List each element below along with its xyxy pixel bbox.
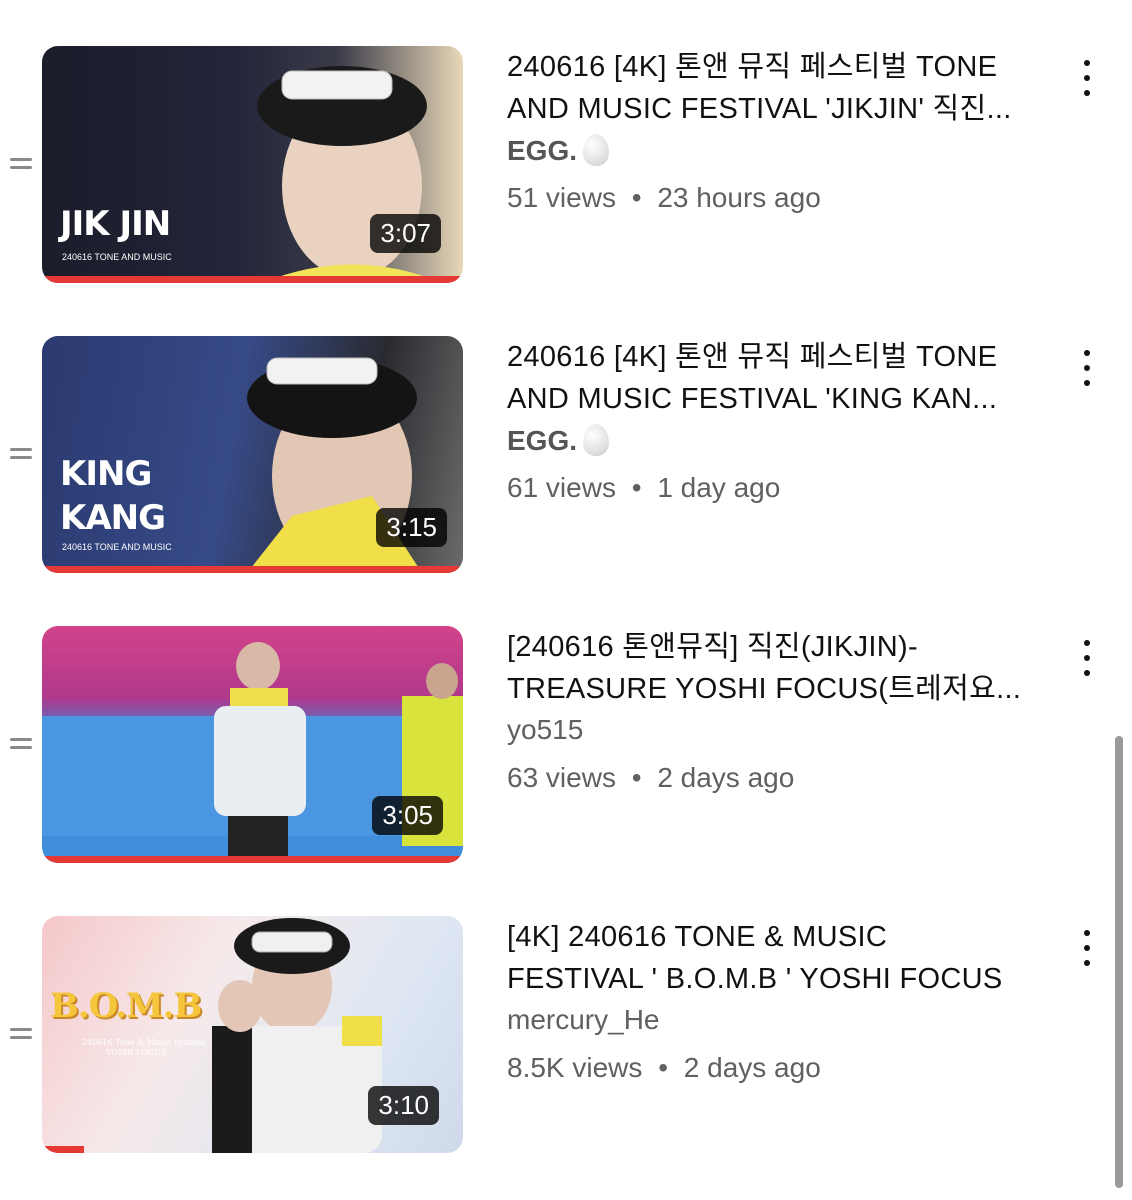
- thumbnail-title: B.O.M.B: [50, 986, 202, 1026]
- egg-icon: [583, 134, 610, 166]
- thumbnail-title-line2: KANG: [60, 498, 166, 538]
- view-count: 61 views: [507, 472, 616, 503]
- video-title[interactable]: [4K] 240616 TONE & MUSIC FESTIVAL ' B.O.…: [507, 916, 1047, 1000]
- upload-age: 2 days ago: [657, 762, 795, 793]
- drag-handle-icon[interactable]: [10, 448, 32, 464]
- video-thumbnail[interactable]: B.O.M.B 240616 Tone & Music Festival YOS…: [42, 916, 463, 1153]
- upload-age: 23 hours ago: [657, 182, 821, 213]
- more-options-icon[interactable]: [1078, 640, 1096, 685]
- upload-age: 2 days ago: [683, 1052, 821, 1083]
- video-thumbnail[interactable]: 3:05: [42, 626, 463, 863]
- channel-name[interactable]: yo515: [507, 714, 583, 746]
- video-list-item[interactable]: JIK JIN 240616 TONE AND MUSIC 3:07 24061…: [0, 0, 1132, 290]
- thumbnail-subtitle: 240616 Tone & Music Festival: [82, 1038, 206, 1047]
- view-count: 8.5K views: [507, 1052, 643, 1083]
- drag-handle-icon[interactable]: [10, 738, 32, 754]
- thumbnail-subtitle: 240616 TONE AND MUSIC: [62, 252, 172, 262]
- view-count: 51 views: [507, 182, 616, 213]
- separator: •: [658, 1052, 668, 1083]
- thumbnail-title: JIK JIN: [60, 204, 171, 244]
- upload-age: 1 day ago: [657, 472, 781, 503]
- video-thumbnail[interactable]: JIK JIN 240616 TONE AND MUSIC 3:07: [42, 46, 463, 283]
- video-title[interactable]: [240616 톤앤뮤직] 직진(JIKJIN)- TREASURE YOSHI…: [507, 626, 1047, 710]
- more-options-icon[interactable]: [1078, 60, 1096, 105]
- video-meta: 63 views • 2 days ago: [507, 762, 794, 794]
- watch-progress-bar: [42, 566, 459, 573]
- more-options-icon[interactable]: [1078, 350, 1096, 395]
- more-options-icon[interactable]: [1078, 930, 1096, 975]
- video-title[interactable]: 240616 [4K] 톤앤 뮤직 페스티벌 TONE AND MUSIC FE…: [507, 46, 1047, 130]
- thumbnail-subtitle: 240616 TONE AND MUSIC: [62, 542, 172, 552]
- video-thumbnail[interactable]: KING KANG 240616 TONE AND MUSIC 3:15: [42, 336, 463, 573]
- duration-badge: 3:05: [372, 796, 443, 835]
- watch-progress-bar: [42, 276, 463, 283]
- watch-progress-bar: [42, 856, 463, 863]
- separator: •: [631, 762, 642, 793]
- video-meta: 61 views • 1 day ago: [507, 472, 780, 504]
- duration-badge: 3:15: [376, 508, 447, 547]
- video-list-item[interactable]: 3:05 [240616 톤앤뮤직] 직진(JIKJIN)- TREASURE …: [0, 580, 1132, 870]
- watch-progress-bar: [42, 1146, 85, 1153]
- drag-handle-icon[interactable]: [10, 1028, 32, 1044]
- separator: •: [631, 472, 642, 503]
- scrollbar[interactable]: [1115, 736, 1123, 1188]
- drag-handle-icon[interactable]: [10, 158, 32, 174]
- video-meta: 8.5K views • 2 days ago: [507, 1052, 821, 1084]
- view-count: 63 views: [507, 762, 616, 793]
- separator: •: [631, 182, 642, 213]
- duration-badge: 3:07: [370, 214, 441, 253]
- thumbnail-subtitle-2: YOSHI FOCUS: [106, 1048, 167, 1057]
- channel-name[interactable]: mercury_He: [507, 1004, 659, 1036]
- video-meta: 51 views • 23 hours ago: [507, 182, 821, 214]
- video-title[interactable]: 240616 [4K] 톤앤 뮤직 페스티벌 TONE AND MUSIC FE…: [507, 336, 1047, 420]
- thumbnail-title-line1: KING: [60, 454, 152, 494]
- channel-name[interactable]: EGG.: [507, 424, 610, 457]
- video-list-item[interactable]: B.O.M.B 240616 Tone & Music Festival YOS…: [0, 870, 1132, 1160]
- egg-icon: [583, 424, 610, 456]
- duration-badge: 3:10: [368, 1086, 439, 1125]
- video-list-item[interactable]: KING KANG 240616 TONE AND MUSIC 3:15 240…: [0, 290, 1132, 580]
- channel-name[interactable]: EGG.: [507, 134, 610, 167]
